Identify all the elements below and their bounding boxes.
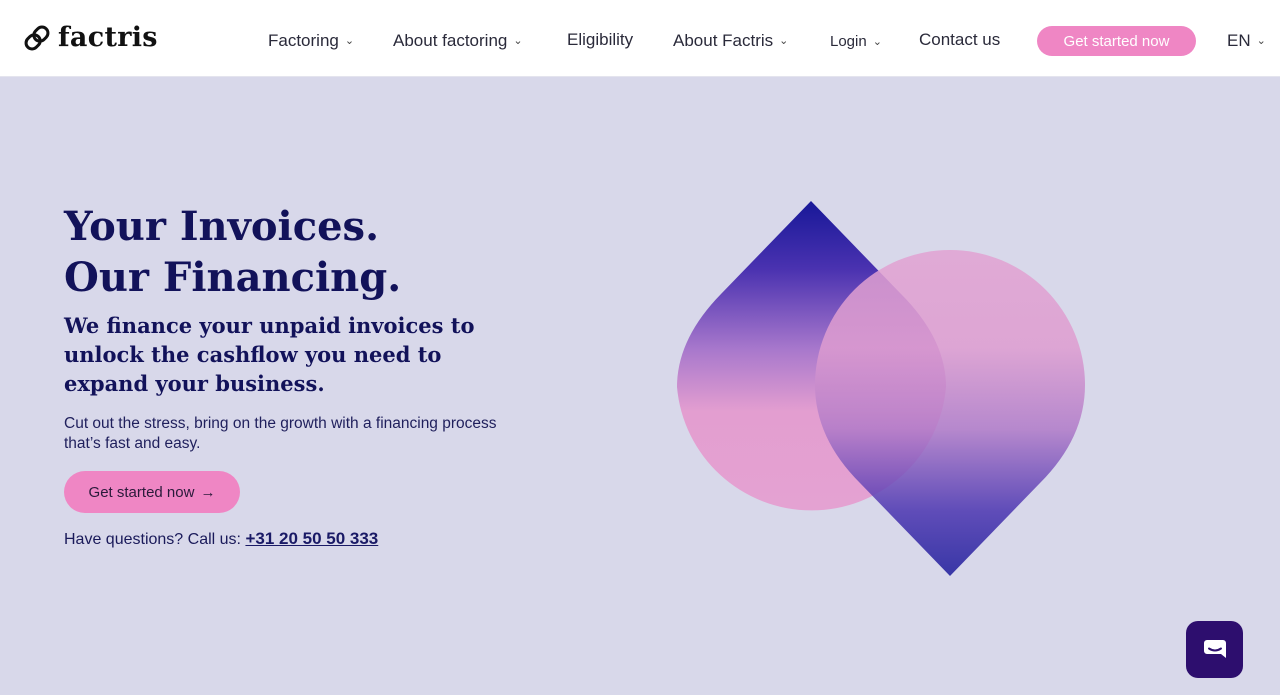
contact-line: Have questions? Call us: +31 20 50 50 33… — [64, 529, 378, 549]
nav-item-label: About factoring — [393, 30, 508, 50]
phone-link[interactable]: +31 20 50 50 333 — [245, 529, 378, 548]
hero-description: Cut out the stress, bring on the growth … — [64, 415, 497, 452]
chat-widget-button[interactable] — [1186, 621, 1243, 678]
teardrop-shape-bottom — [815, 250, 1085, 576]
nav-item-label: Login — [830, 32, 867, 50]
nav-item-login[interactable]: Login ⌄ — [830, 31, 882, 52]
nav-get-started-button[interactable]: Get started now — [1037, 26, 1196, 56]
top-navbar: factris Factoring ⌄ About factoring ⌄ El… — [0, 0, 1280, 77]
infinity-link-icon — [24, 25, 50, 51]
arrow-right-icon: → — [200, 483, 216, 501]
chevron-down-icon: ⌄ — [1256, 35, 1266, 47]
nav-item-label: Eligibility — [567, 30, 634, 49]
nav-item-label: Contact us — [919, 30, 1001, 49]
nav-item-about-factris[interactable]: About Factris ⌄ — [673, 30, 788, 51]
nav-item-eligibility[interactable]: Eligibility — [567, 30, 633, 50]
hero-title-line-1: Your Invoices. — [64, 203, 379, 250]
nav-item-factoring[interactable]: Factoring ⌄ — [268, 30, 354, 51]
nav-item-label: Factoring — [268, 30, 339, 50]
language-selector[interactable]: EN ⌄ — [1227, 30, 1266, 51]
nav-item-label: About Factris — [673, 30, 774, 50]
chevron-down-icon: ⌄ — [779, 35, 789, 47]
hero-subtitle: We finance your unpaid invoices to unloc… — [64, 313, 475, 396]
hero-title-line-2: Our Financing. — [64, 254, 402, 301]
nav-item-contact[interactable]: Contact us — [919, 30, 1000, 50]
brand-name: factris — [58, 22, 158, 53]
contact-questions-text: Have questions? Call us: — [64, 531, 241, 548]
language-label: EN — [1227, 30, 1251, 50]
chevron-down-icon: ⌄ — [513, 35, 523, 47]
brand-logo[interactable]: factris — [22, 22, 158, 54]
chat-bubble-icon — [1203, 639, 1226, 658]
hero-cta-label: Get started now — [88, 483, 195, 501]
nav-item-about-factoring[interactable]: About factoring ⌄ — [393, 30, 523, 51]
hero-get-started-button[interactable]: Get started now → — [64, 471, 240, 513]
chevron-down-icon: ⌄ — [872, 36, 882, 48]
hero-title: Your Invoices. Our Financing. — [64, 201, 624, 303]
hero-illustration — [677, 201, 1085, 576]
chevron-down-icon: ⌄ — [344, 35, 355, 47]
